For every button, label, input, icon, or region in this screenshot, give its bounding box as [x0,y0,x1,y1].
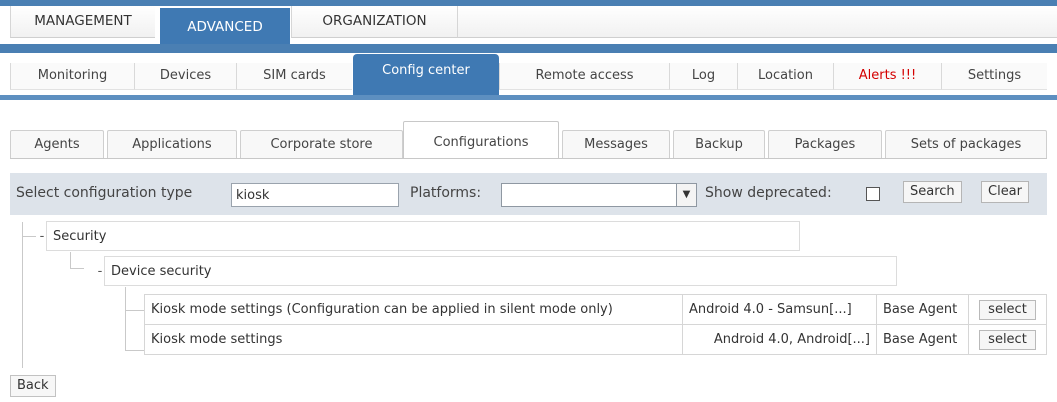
select-button[interactable]: select [979,299,1036,320]
config-tab-messages[interactable]: Messages [562,130,670,158]
config-platforms: Android 4.0, Android[...] [682,324,877,355]
config-tab-packages[interactable]: Packages [768,130,882,158]
config-type-input[interactable] [231,183,399,207]
tree-connector [125,287,126,351]
sub-nav: Monitoring Devices SIM cards Config cent… [0,44,1057,104]
tree-connector [70,252,71,268]
tree-connector [70,268,84,269]
config-action-cell: select [968,324,1047,355]
back-button[interactable]: Back [10,375,56,397]
select-button[interactable]: select [979,329,1036,350]
config-platforms: Android 4.0 - Samsun[...] [682,294,877,325]
config-tab-configurations[interactable]: Configurations [403,121,559,159]
chevron-down-icon[interactable]: ▼ [676,184,696,206]
sub-tab-location[interactable]: Location [737,63,833,90]
sub-tab-sim-cards[interactable]: SIM cards [236,63,352,90]
config-tab-agents[interactable]: Agents [10,130,104,158]
tree-node-label: Device security [111,264,212,279]
tree-connector [22,236,36,237]
search-button[interactable]: Search [903,181,962,203]
tree-node-label: Security [53,229,107,244]
top-tab-organization[interactable]: ORGANIZATION [291,6,457,38]
sub-tab-devices[interactable]: Devices [134,63,236,90]
config-action-cell: select [968,294,1047,325]
config-tab-applications[interactable]: Applications [107,130,237,158]
table-row: Kiosk mode settings Android 4.0, Android… [144,324,1047,355]
sub-tab-settings[interactable]: Settings [941,63,1047,90]
platforms-select[interactable]: ▼ [501,183,697,207]
filter-bar: Select configuration type Platforms: ▼ S… [10,173,1047,215]
config-agent: Base Agent [876,294,969,325]
config-tab-sets-of-packages[interactable]: Sets of packages [885,130,1047,158]
clear-button[interactable]: Clear [981,181,1029,203]
tree-connector [125,350,144,351]
sub-tab-monitoring[interactable]: Monitoring [10,63,134,90]
top-tab-management[interactable]: MANAGEMENT [10,6,155,38]
sub-tab-log[interactable]: Log [669,63,737,90]
sub-tab-config-center[interactable]: Config center [353,54,499,95]
tree-node-device-security[interactable]: - Device security [98,256,897,286]
top-tab-advanced[interactable]: ADVANCED [160,8,290,44]
tree-node-security[interactable]: - Security [40,221,800,251]
collapse-toggle[interactable]: - [37,222,47,252]
config-name: Kiosk mode settings [144,324,683,355]
config-type-label: Select configuration type [16,185,193,201]
collapse-toggle[interactable]: - [95,257,105,287]
tree-connector [22,222,23,368]
configurations-table: Kiosk mode settings (Configuration can b… [144,294,1047,355]
config-tab-backup[interactable]: Backup [673,130,765,158]
tabs-divider [10,158,1047,159]
tree-connector [125,310,144,311]
sub-tab-alerts[interactable]: Alerts !!! [833,63,941,90]
config-agent: Base Agent [876,324,969,355]
show-deprecated-checkbox[interactable] [866,187,880,201]
config-tab-corporate-store[interactable]: Corporate store [240,130,403,158]
top-nav: MANAGEMENT ADVANCED ORGANIZATION [0,0,1057,44]
table-row: Kiosk mode settings (Configuration can b… [144,294,1047,325]
sub-tab-remote-access[interactable]: Remote access [499,63,669,90]
config-name: Kiosk mode settings (Configuration can b… [144,294,683,325]
platforms-label: Platforms: [410,185,482,201]
top-nav-filler [457,6,1057,38]
show-deprecated-label: Show deprecated: [705,185,832,201]
